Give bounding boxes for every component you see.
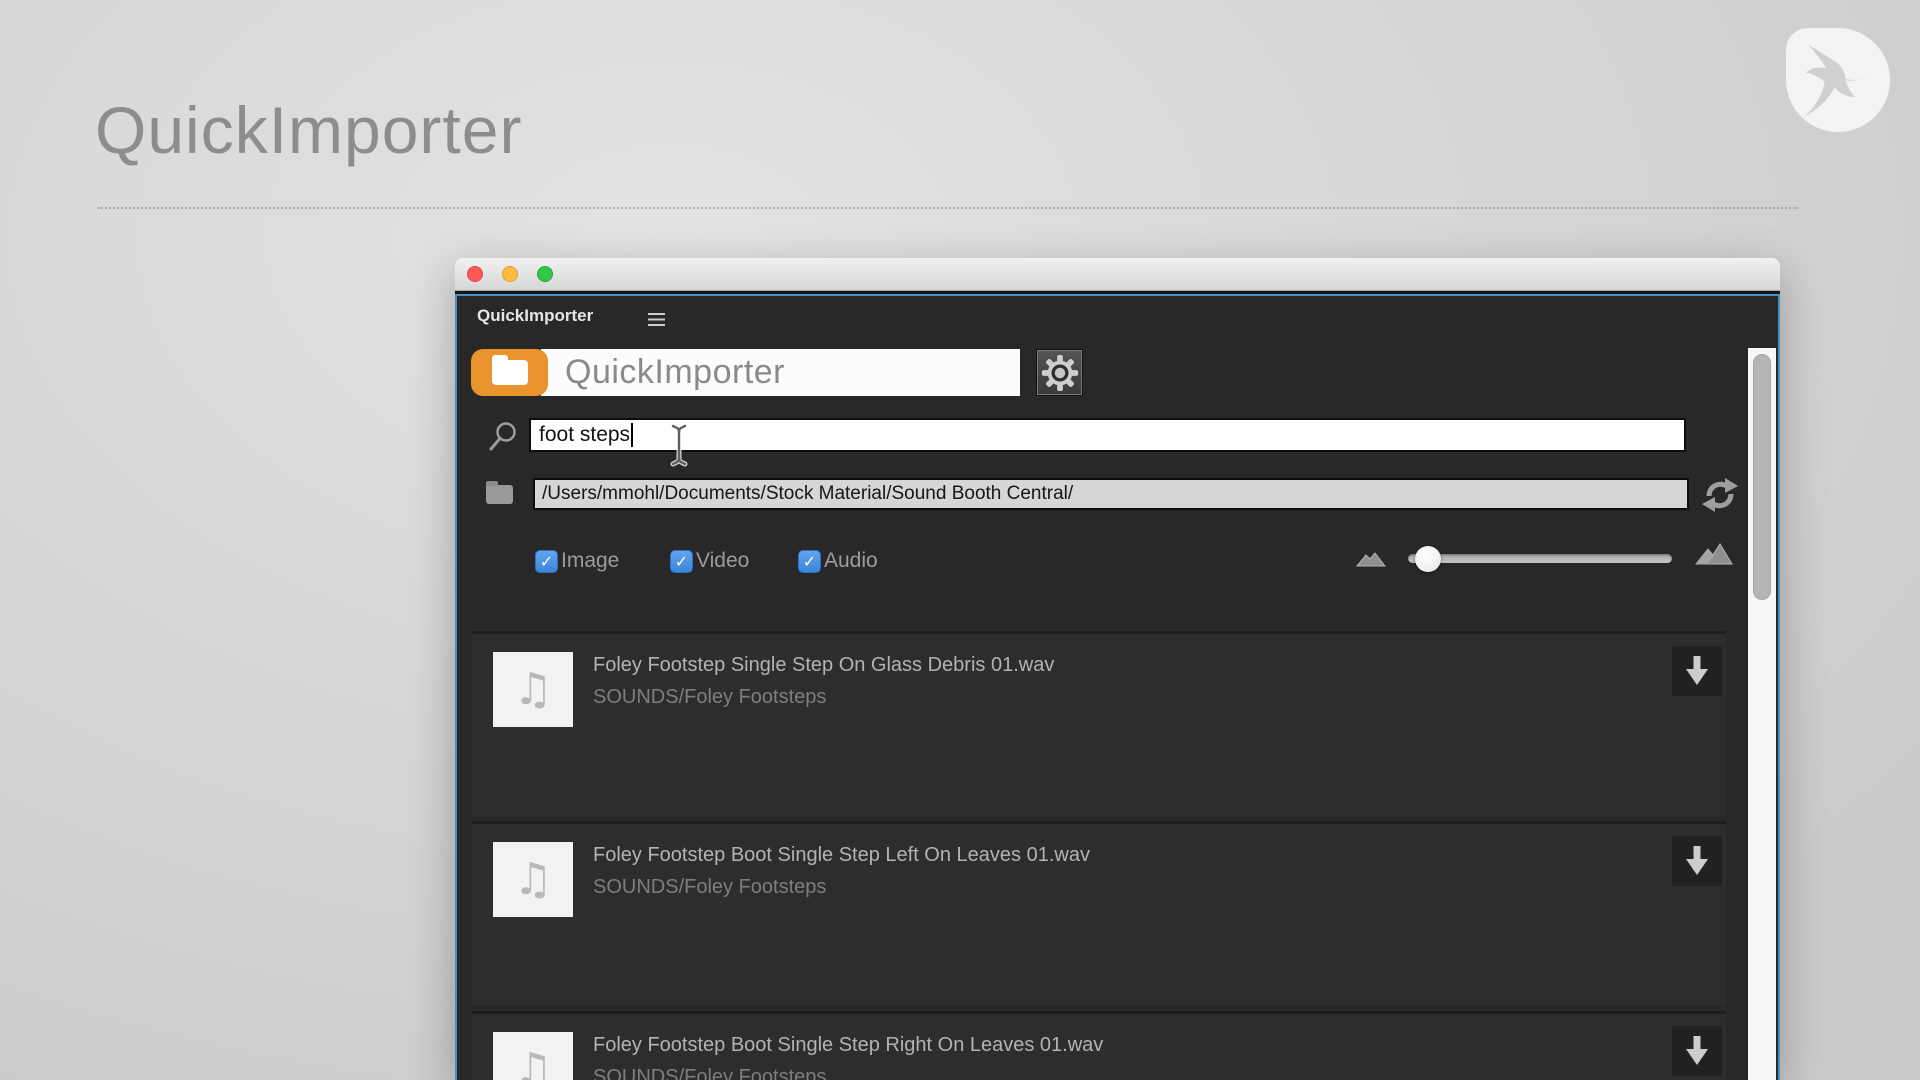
file-folder: SOUNDS/Foley Footsteps — [593, 686, 826, 709]
image-label: Image — [561, 549, 619, 573]
refresh-button[interactable] — [1700, 475, 1740, 515]
download-arrow-icon — [1685, 845, 1709, 877]
music-note-icon: ♫ — [513, 854, 552, 905]
dotted-divider — [98, 207, 1798, 209]
import-button[interactable] — [1672, 646, 1722, 696]
file-row[interactable]: ♫ Foley Footstep Single Step On Glass De… — [472, 634, 1726, 816]
image-checkbox[interactable]: ✓ — [535, 550, 558, 573]
file-name: Foley Footstep Boot Single Step Right On… — [593, 1034, 1103, 1057]
quickimporter-window: QuickImporter QuickImporter — [455, 258, 1780, 1080]
app-title: QuickImporter — [541, 349, 1020, 396]
folder-path-value: /Users/mmohl/Documents/Stock Material/So… — [542, 483, 1073, 505]
check-icon: ✓ — [675, 552, 688, 571]
bird-icon — [1796, 38, 1880, 122]
check-icon: ✓ — [540, 552, 553, 571]
text-caret — [631, 423, 633, 447]
gear-icon — [1041, 354, 1079, 392]
thumbnail-size-large-icon — [1695, 541, 1733, 565]
page-title: QuickImporter — [95, 92, 522, 168]
thumbnail-size-small-icon — [1356, 550, 1386, 567]
zoom-window-button[interactable] — [537, 266, 553, 282]
bird-logo — [1786, 28, 1890, 132]
file-row[interactable]: ♫ Foley Footstep Boot Single Step Right … — [472, 1014, 1726, 1080]
thumbnail-size-slider-track[interactable] — [1408, 554, 1672, 563]
app-folder-button[interactable] — [471, 349, 548, 396]
video-checkbox[interactable]: ✓ — [670, 550, 693, 573]
audio-filter: ✓ Audio — [798, 547, 878, 575]
download-arrow-icon — [1685, 655, 1709, 687]
panel-tab[interactable]: QuickImporter — [477, 306, 593, 326]
folder-path-input[interactable]: /Users/mmohl/Documents/Stock Material/So… — [533, 478, 1689, 510]
check-icon: ✓ — [803, 552, 816, 571]
file-folder: SOUNDS/Foley Footsteps — [593, 1066, 826, 1080]
thumbnail-size-slider-thumb[interactable] — [1415, 546, 1441, 572]
music-note-icon: ♫ — [513, 664, 552, 715]
video-filter: ✓ Video — [670, 547, 749, 575]
music-note-icon: ♫ — [513, 1044, 552, 1080]
window-titlebar[interactable] — [455, 258, 1780, 291]
panel-menu-icon[interactable] — [648, 313, 665, 326]
path-folder-icon — [486, 485, 513, 504]
panel-content: QuickImporter QuickImporter — [455, 294, 1780, 1080]
file-name: Foley Footstep Single Step On Glass Debr… — [593, 654, 1054, 677]
scrollbar-thumb[interactable] — [1753, 354, 1771, 600]
close-window-button[interactable] — [467, 266, 483, 282]
video-label: Video — [696, 549, 749, 573]
ibeam-mouse-cursor — [669, 422, 689, 468]
settings-button[interactable] — [1036, 349, 1083, 396]
search-input[interactable]: foot steps — [529, 418, 1686, 452]
import-button[interactable] — [1672, 1026, 1722, 1076]
minimize-window-button[interactable] — [502, 266, 518, 282]
audio-checkbox[interactable]: ✓ — [798, 550, 821, 573]
file-row[interactable]: ♫ Foley Footstep Boot Single Step Left O… — [472, 824, 1726, 1006]
search-value: foot steps — [539, 423, 630, 447]
file-folder: SOUNDS/Foley Footsteps — [593, 876, 826, 899]
file-name: Foley Footstep Boot Single Step Left On … — [593, 844, 1090, 867]
audio-thumbnail: ♫ — [493, 652, 573, 727]
audio-label: Audio — [824, 549, 878, 573]
import-button[interactable] — [1672, 836, 1722, 886]
folder-icon — [492, 360, 528, 385]
image-filter: ✓ Image — [535, 547, 619, 575]
download-arrow-icon — [1685, 1035, 1709, 1067]
search-icon — [488, 421, 518, 453]
audio-thumbnail: ♫ — [493, 842, 573, 917]
audio-thumbnail: ♫ — [493, 1032, 573, 1080]
